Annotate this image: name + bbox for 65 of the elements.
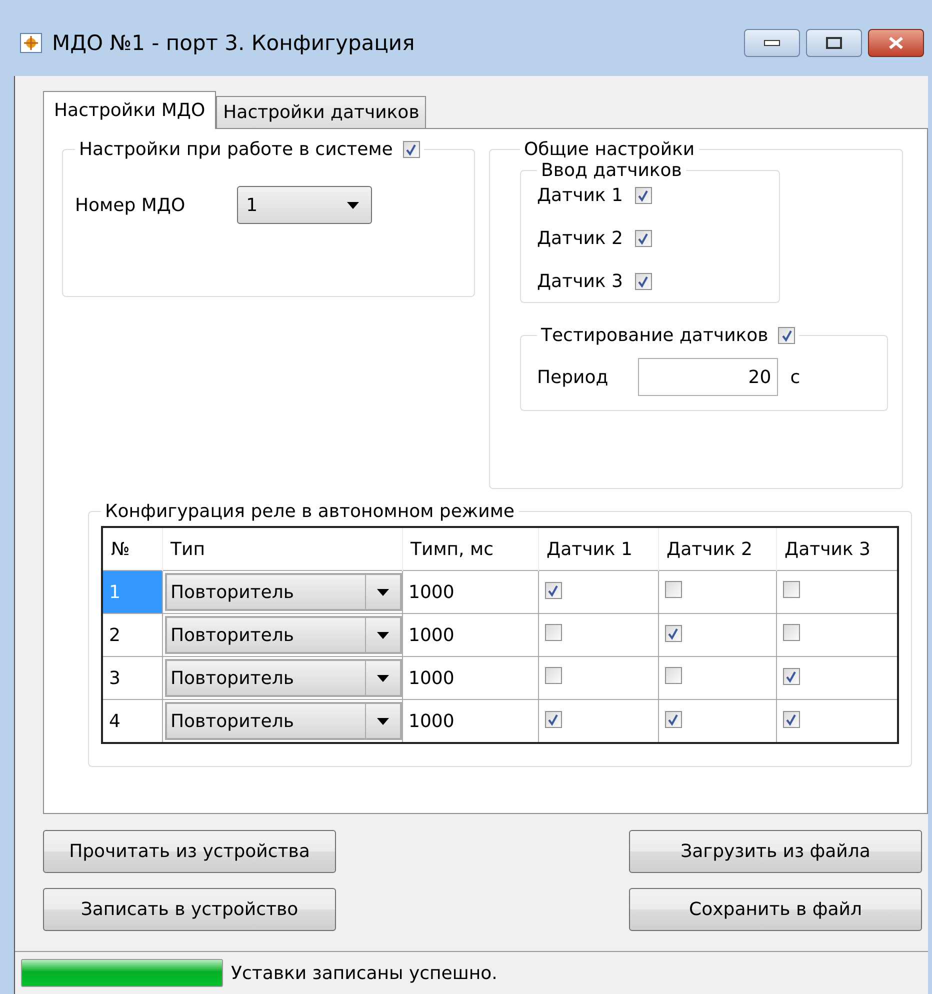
column-header: Датчик 2: [658, 527, 776, 570]
action-button[interactable]: Загрузить из файла: [629, 830, 922, 873]
checkbox[interactable]: [782, 711, 800, 728]
checkbox-label: Датчик 1: [536, 185, 623, 206]
dropdown[interactable]: Повторитель: [164, 702, 402, 740]
dropdown[interactable]: Повторитель: [164, 659, 402, 697]
checkbox[interactable]: [782, 668, 800, 685]
close-icon: [888, 36, 904, 50]
app-icon: [20, 33, 42, 53]
group-title: Ввод датчиков: [540, 160, 682, 181]
group-title: Тестирование датчиков: [540, 325, 768, 346]
table-cell: 1000: [402, 614, 538, 656]
tab[interactable]: Настройки МДО: [43, 91, 216, 129]
caret-icon: [376, 674, 388, 682]
input-field[interactable]: 20: [638, 358, 778, 396]
minimize-button[interactable]: [744, 29, 800, 57]
checkbox[interactable]: [634, 230, 652, 247]
checkbox[interactable]: [402, 141, 420, 158]
minimize-icon: [764, 40, 780, 46]
action-button[interactable]: Записать в устройство: [43, 888, 336, 931]
checkbox[interactable]: [634, 273, 652, 290]
column-header: Тип: [162, 527, 402, 570]
checkbox[interactable]: [634, 187, 652, 204]
tab[interactable]: Настройки датчиков: [216, 96, 426, 128]
column-header: Датчик 1: [538, 527, 658, 570]
checkbox[interactable]: [544, 582, 562, 599]
group-title: Настройки при работе в системе: [79, 139, 393, 160]
action-button[interactable]: Сохранить в файл: [629, 888, 922, 931]
dropdown[interactable]: Повторитель: [164, 573, 402, 611]
checkbox[interactable]: [544, 667, 562, 684]
checkbox[interactable]: [782, 581, 800, 598]
field-label: Период: [536, 366, 608, 388]
checkbox[interactable]: [664, 667, 682, 684]
unit-label: с: [790, 366, 800, 388]
group-title: Конфигурация реле в автономном режиме: [105, 501, 514, 522]
caret-icon: [376, 632, 388, 638]
action-button[interactable]: Прочитать из устройства: [43, 830, 336, 873]
checkbox[interactable]: [778, 327, 796, 344]
caret-icon: [376, 588, 388, 596]
column-header: Тимп, мс: [402, 527, 538, 570]
restore-button[interactable]: [806, 29, 862, 57]
field-label: Номер МДО: [75, 194, 186, 216]
caret-icon: [347, 202, 360, 208]
window-title: МДО №1 - порт 3. Конфигурация: [52, 31, 416, 55]
checkbox[interactable]: [664, 711, 682, 728]
table-cell[interactable]: 2: [102, 614, 162, 656]
checkbox[interactable]: [544, 624, 562, 641]
group-title: Общие настройки: [524, 139, 695, 160]
status-text: Уставки записаны успешно.: [231, 962, 498, 984]
column-header: Датчик 3: [776, 527, 898, 570]
checkbox[interactable]: [544, 711, 562, 728]
close-button[interactable]: [868, 29, 924, 57]
checkbox[interactable]: [664, 581, 682, 598]
caret-icon: [376, 718, 388, 724]
table-cell: 1000: [402, 656, 538, 700]
restore-icon: [826, 37, 842, 49]
table-cell[interactable]: 3: [102, 656, 162, 700]
checkbox-label: Датчик 2: [536, 228, 623, 249]
column-header: №: [102, 527, 162, 570]
dropdown[interactable]: Повторитель: [164, 616, 402, 654]
table-cell: 1000: [402, 570, 538, 614]
dropdown[interactable]: 1: [237, 186, 372, 224]
checkbox[interactable]: [664, 625, 682, 642]
checkbox-label: Датчик 3: [536, 271, 623, 292]
checkbox[interactable]: [782, 624, 800, 641]
